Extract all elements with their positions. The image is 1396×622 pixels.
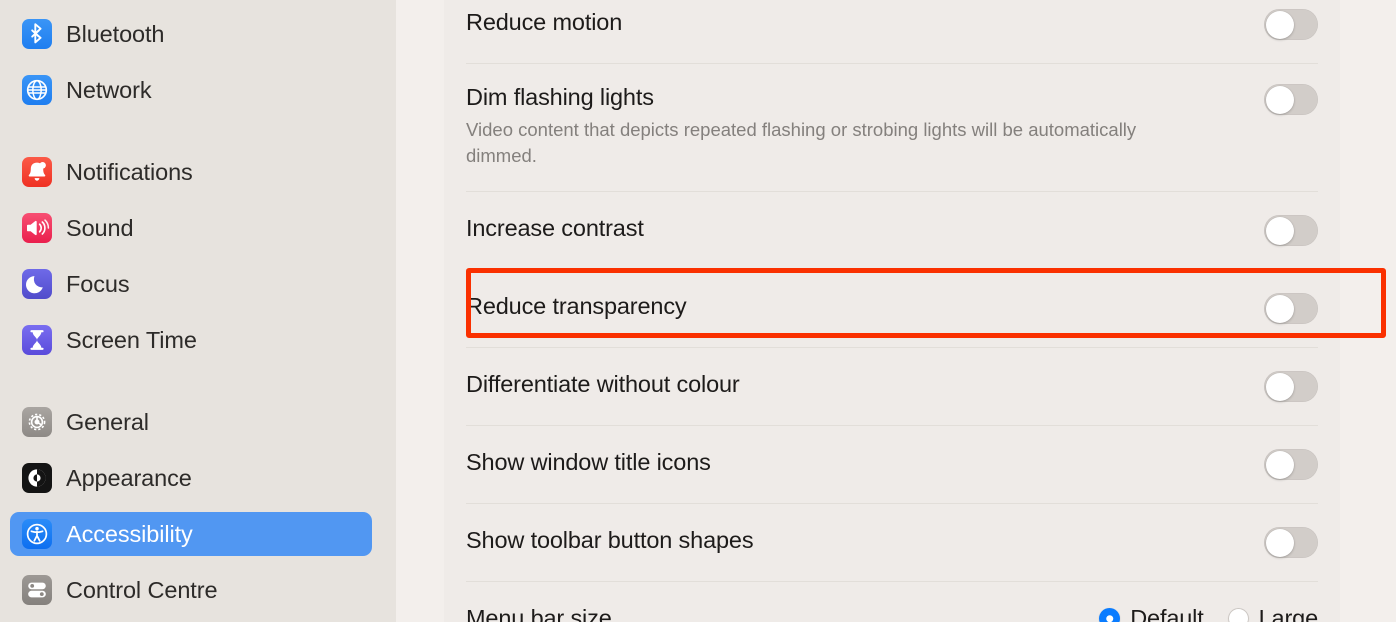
toggle-switch[interactable] (1264, 527, 1318, 558)
toggle-knob (1265, 85, 1294, 114)
sidebar-item-notifications[interactable]: Notifications (10, 150, 372, 194)
radio-option-label: Large (1258, 605, 1319, 622)
hourglass-icon (22, 325, 52, 355)
setting-label: Differentiate without colour (466, 371, 740, 397)
sidebar-item-accessibility[interactable]: Accessibility (10, 512, 372, 556)
toggle-switch[interactable] (1264, 293, 1318, 324)
gear-icon (22, 407, 52, 437)
moon-icon (22, 269, 52, 299)
setting-label: Menu bar size (466, 605, 612, 622)
sidebar-item-label: Sound (66, 214, 134, 241)
toggle-knob (1265, 216, 1294, 245)
control-centre-icon (22, 575, 52, 605)
toggle-knob (1265, 10, 1294, 39)
setting-label: Reduce transparency (466, 293, 687, 319)
pane-right-edge (1382, 0, 1396, 622)
setting-row[interactable]: Menu bar size Default Large (444, 582, 1340, 622)
toggle-switch[interactable] (1264, 9, 1318, 40)
radio-dot[interactable] (1227, 608, 1249, 622)
toggle-switch[interactable] (1264, 215, 1318, 246)
setting-label: Show toolbar button shapes (466, 527, 754, 553)
sidebar-item-control-centre[interactable]: Control Centre (10, 568, 372, 612)
sidebar-item-general[interactable]: General (10, 400, 372, 444)
toggle-knob (1265, 528, 1294, 557)
toggle-knob (1265, 294, 1294, 323)
sidebar-item-label: Control Centre (66, 576, 218, 603)
sidebar-item-sound[interactable]: Sound (10, 206, 372, 250)
settings-sidebar: Bluetooth Network Notifications Sound Focus S… (0, 0, 396, 622)
sidebar-item-appearance[interactable]: Appearance (10, 456, 372, 500)
sidebar-item-label: Network (66, 76, 152, 103)
setting-description: Video content that depicts repeated flas… (466, 119, 1137, 166)
sidebar-item-label: Focus (66, 270, 130, 297)
setting-row[interactable]: Show toolbar button shapes (444, 504, 1340, 581)
radio-group: Default Large (1099, 605, 1318, 622)
sidebar-item-label: Notifications (66, 158, 193, 185)
sidebar-item-label: Appearance (66, 464, 192, 491)
sidebar-item-network[interactable]: Network (10, 68, 372, 112)
bell-icon (22, 157, 52, 187)
setting-row[interactable]: Differentiate without colour (444, 348, 1340, 425)
accessibility-icon (22, 519, 52, 549)
toggle-switch[interactable] (1264, 371, 1318, 402)
bluetooth-icon (22, 19, 52, 49)
accessibility-display-pane: Reduce motion Dim flashing lights Video co… (396, 0, 1396, 622)
appearance-icon (22, 463, 52, 493)
sidebar-item-bluetooth[interactable]: Bluetooth (10, 12, 372, 56)
radio-option-default[interactable]: Default (1099, 605, 1204, 622)
toggle-knob (1265, 450, 1294, 479)
setting-label: Reduce motion (466, 9, 623, 35)
radio-dot[interactable] (1099, 608, 1121, 622)
toggle-knob (1265, 372, 1294, 401)
setting-row[interactable]: Reduce transparency (444, 270, 1340, 347)
setting-row[interactable]: Show window title icons (444, 426, 1340, 503)
sidebar-item-screen-time[interactable]: Screen Time (10, 318, 372, 362)
toggle-switch[interactable] (1264, 449, 1318, 480)
sidebar-item-label: Accessibility (66, 520, 193, 547)
sidebar-item-focus[interactable]: Focus (10, 262, 372, 306)
sidebar-item-label: General (66, 408, 149, 435)
setting-row[interactable]: Reduce motion (444, 0, 1340, 63)
setting-row[interactable]: Increase contrast (444, 192, 1340, 269)
setting-row[interactable]: Dim flashing lights Video content that de… (444, 64, 1340, 191)
settings-card: Reduce motion Dim flashing lights Video co… (444, 0, 1340, 622)
setting-label: Dim flashing lights (466, 84, 654, 110)
system-settings-window: Bluetooth Network Notifications Sound Focus S… (0, 0, 1396, 622)
sidebar-item-label: Screen Time (66, 326, 197, 353)
setting-label: Increase contrast (466, 215, 644, 241)
toggle-switch[interactable] (1264, 84, 1318, 115)
speaker-icon (22, 213, 52, 243)
radio-option-large[interactable]: Large (1227, 605, 1319, 622)
radio-option-label: Default (1130, 605, 1204, 622)
sidebar-item-label: Bluetooth (66, 20, 165, 47)
setting-label: Show window title icons (466, 449, 711, 475)
globe-icon (22, 75, 52, 105)
